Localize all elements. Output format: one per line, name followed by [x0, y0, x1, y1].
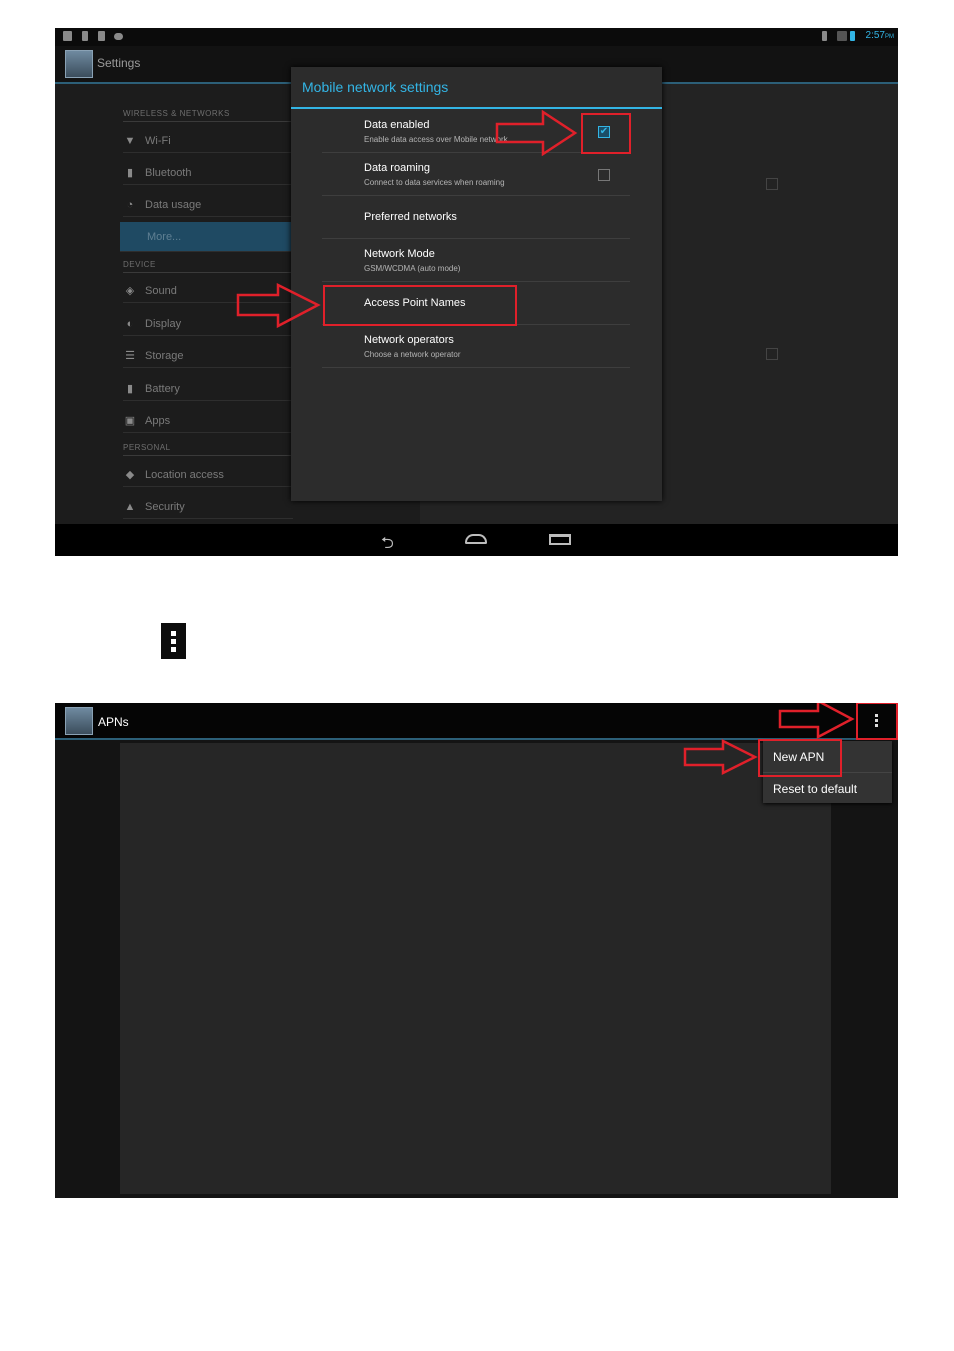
- item-title: Preferred networks: [364, 211, 457, 223]
- apn-list: [120, 743, 831, 1194]
- annotation-arrow-right: [778, 703, 855, 740]
- settings-app-icon[interactable]: [65, 50, 93, 78]
- access-point-names-highlight-box: [323, 285, 517, 326]
- page-title: Settings: [97, 56, 141, 70]
- item-title: Data enabled: [364, 119, 430, 131]
- lock-icon: ▲: [124, 501, 136, 513]
- chat-notification-icon: [114, 33, 123, 40]
- sidebar-item-storage[interactable]: ☰ Storage: [123, 345, 293, 368]
- usb-notification-icon: [82, 31, 88, 41]
- item-summary: Enable data access over Mobile network: [364, 135, 508, 144]
- annotation-arrow-right: [495, 110, 578, 156]
- action-bar: [55, 703, 898, 740]
- annotation-arrow-right: [236, 283, 321, 329]
- navigation-bar: ⮌: [55, 524, 898, 556]
- item-summary: Connect to data services when roaming: [364, 178, 505, 187]
- back-button[interactable]: ⮌: [381, 532, 394, 556]
- dialog-title: Mobile network settings: [302, 79, 449, 95]
- item-title: Network operators: [364, 334, 454, 346]
- sidebar-item-bluetooth[interactable]: ▮ Bluetooth: [123, 162, 293, 185]
- bluetooth-icon: ▮: [126, 167, 134, 179]
- battery-icon: ▮: [126, 383, 134, 395]
- data-roaming-item[interactable]: Data roaming Connect to data services wh…: [322, 153, 630, 196]
- settings-screenshot: 2:57PM Settings WIRELESS & NETWORKS ▼ Wi-…: [55, 28, 898, 556]
- settings-app-icon[interactable]: [65, 707, 93, 735]
- recent-apps-button[interactable]: [549, 534, 571, 545]
- data-roaming-checkbox[interactable]: [598, 169, 610, 181]
- section-header-device: DEVICE: [123, 260, 293, 273]
- background-checkbox: [766, 348, 778, 360]
- download-notification-icon: [98, 31, 105, 41]
- background-checkbox: [766, 178, 778, 190]
- checkbox-highlight-box: [581, 113, 631, 154]
- network-mode-item[interactable]: Network Mode GSM/WCDMA (auto mode): [322, 239, 630, 282]
- preferred-networks-item[interactable]: Preferred networks: [322, 196, 630, 239]
- gallery-notification-icon: [63, 31, 72, 41]
- display-icon: ◐: [126, 318, 134, 330]
- sidebar-item-battery[interactable]: ▮ Battery: [123, 378, 293, 401]
- wifi-icon: ▼: [124, 135, 136, 147]
- section-header-personal: PERSONAL: [123, 443, 293, 456]
- sidebar-item-location[interactable]: ◆ Location access: [123, 464, 293, 487]
- status-clock: 2:57PM: [865, 30, 894, 41]
- signal-icon: [837, 31, 847, 41]
- sidebar-item-more[interactable]: More...: [120, 222, 293, 252]
- sidebar-item-apps[interactable]: ▣ Apps: [123, 410, 293, 433]
- sound-icon: ◈: [125, 285, 135, 297]
- annotation-arrow-right: [683, 739, 758, 776]
- page-title: APNs: [98, 715, 129, 729]
- reset-to-default-menu-item[interactable]: Reset to default: [773, 782, 857, 796]
- apps-icon: ▣: [124, 415, 136, 427]
- sidebar-item-wifi[interactable]: ▼ Wi-Fi: [123, 130, 293, 153]
- item-title: Data roaming: [364, 162, 431, 174]
- new-apn-highlight-box: [758, 739, 842, 777]
- storage-icon: ☰: [125, 350, 135, 362]
- apns-screenshot: APNs New APN Reset to default: [55, 703, 898, 1198]
- status-bar: 2:57PM: [55, 28, 898, 46]
- section-header-wireless: WIRELESS & NETWORKS: [123, 109, 293, 122]
- data-usage-icon: ◔: [126, 199, 134, 211]
- bluetooth-status-icon: [822, 31, 827, 41]
- item-title: Network Mode: [364, 248, 435, 260]
- item-summary: Choose a network operator: [364, 350, 461, 359]
- sidebar-item-security[interactable]: ▲ Security: [123, 496, 293, 519]
- network-operators-item[interactable]: Network operators Choose a network opera…: [322, 325, 630, 368]
- home-button[interactable]: [465, 534, 487, 544]
- battery-status-icon: [850, 31, 855, 41]
- item-summary: GSM/WCDMA (auto mode): [364, 264, 461, 273]
- sidebar-item-data-usage[interactable]: ◔ Data usage: [123, 194, 293, 217]
- overflow-menu-icon: [161, 623, 186, 659]
- overflow-button-highlight-box: [856, 703, 898, 740]
- location-icon: ◆: [125, 469, 135, 481]
